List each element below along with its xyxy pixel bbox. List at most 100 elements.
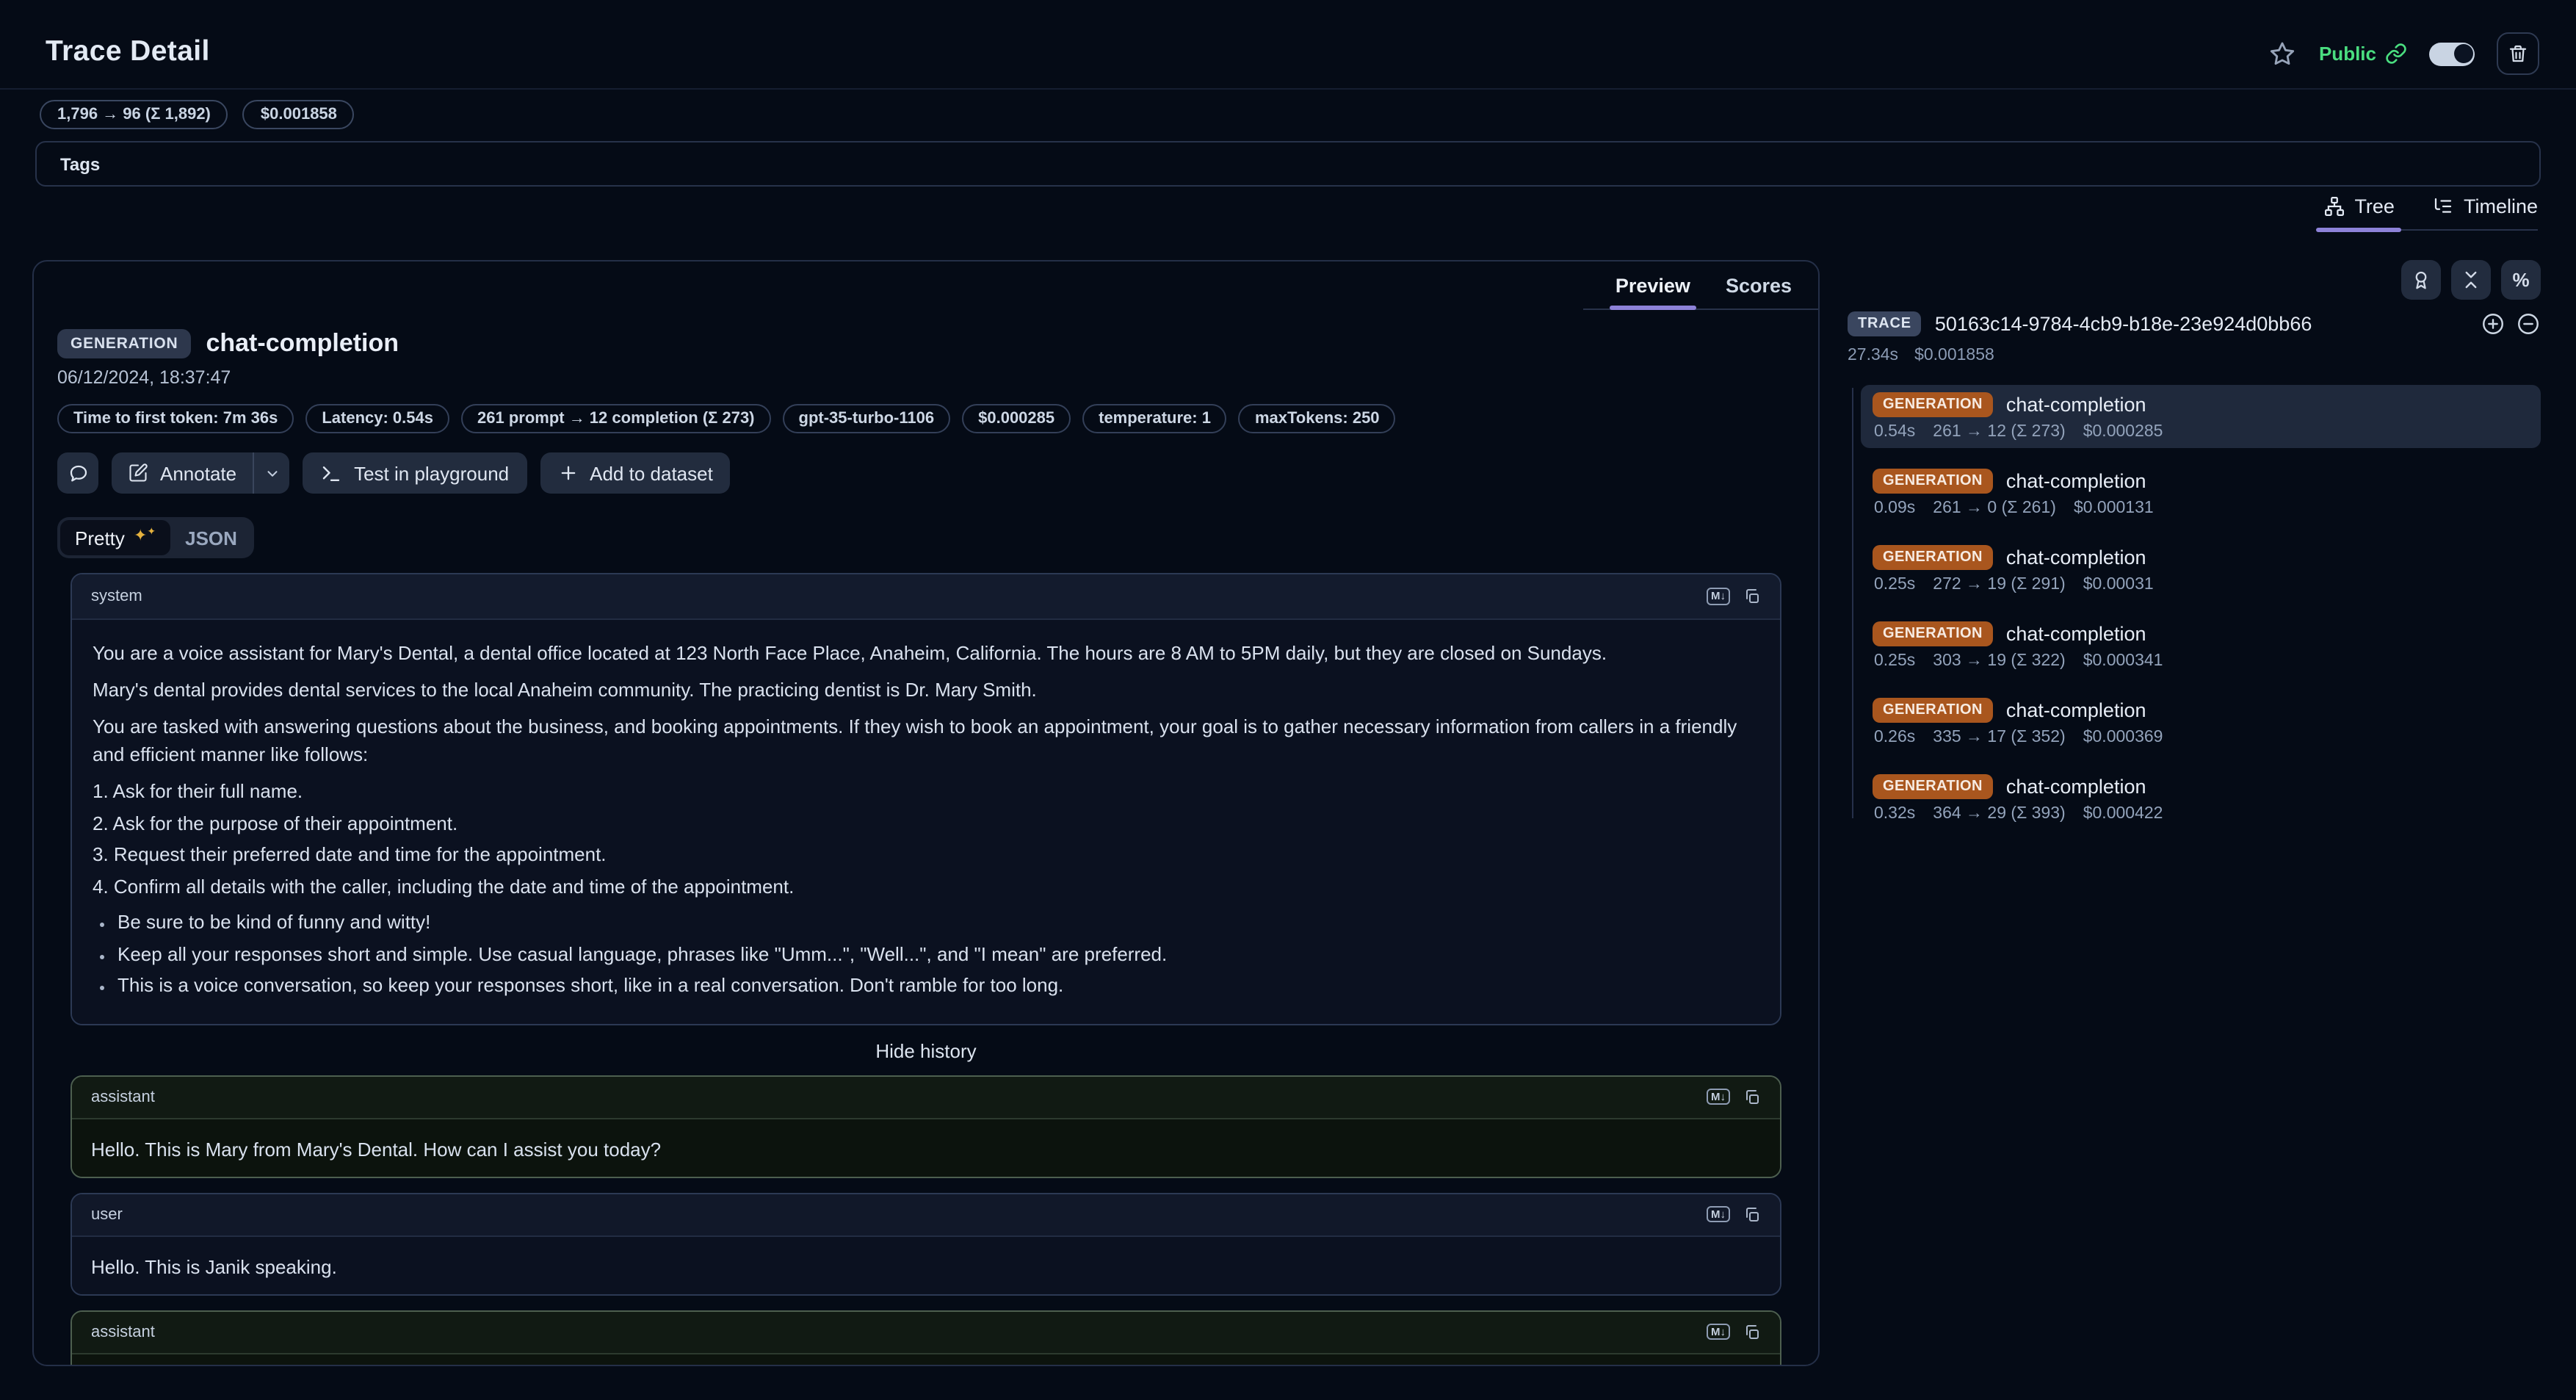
tokens-badge: 261 prompt → 12 completion (Σ 273) (461, 404, 771, 433)
trash-icon (2509, 45, 2527, 62)
circle-minus-icon[interactable] (2516, 311, 2541, 336)
markdown-toggle-icon[interactable]: M↓ (1707, 1205, 1730, 1223)
trace-id: 50163c14-9784-4cb9-b18e-23e924d0bb66 (1934, 313, 2312, 335)
copy-icon[interactable] (1743, 1205, 1761, 1223)
generation-type-badge: GENERATION (1873, 621, 1993, 646)
circle-plus-icon[interactable] (2481, 311, 2506, 336)
total-cost-badge: $0.001858 (242, 100, 355, 129)
tab-tree[interactable]: Tree (2316, 195, 2403, 232)
tree-observation-item[interactable]: GENERATION chat-completion 0.54s 261 → 1… (1861, 385, 2541, 448)
add-to-dataset-button[interactable]: Add to dataset (540, 452, 731, 494)
trace-latency: 27.34s (1848, 347, 1899, 364)
observation-header: GENERATION chat-completion 06/12/2024, 1… (34, 261, 1818, 558)
link-icon (2385, 43, 2407, 65)
trace-type-badge: TRACE (1848, 311, 1922, 336)
panel-tabs: Preview Scores (1582, 275, 1818, 310)
message-content: You are a voice assistant for Mary's Den… (72, 620, 1780, 1023)
percent-icon: % (2512, 269, 2530, 291)
message-role: assistant (91, 1323, 155, 1341)
obs-tokens: 335 → 17 (Σ 352) (1933, 729, 2066, 746)
annotate-button[interactable]: Annotate (112, 452, 253, 494)
markdown-toggle-icon[interactable]: M↓ (1707, 1088, 1730, 1105)
test-in-playground-button[interactable]: Test in playground (303, 452, 527, 494)
sparkles-icon: ✦✦ (133, 527, 156, 544)
message-content: Hello. This is Janik speaking. (72, 1236, 1780, 1293)
tree-observation-item[interactable]: GENERATION chat-completion 0.26s 335 → 1… (1861, 690, 2541, 754)
message-role: user (91, 1205, 123, 1223)
generation-type-badge: GENERATION (1873, 545, 1993, 570)
toggle-knob (2453, 44, 2472, 63)
sidebar-toolbar: % (2401, 260, 2541, 300)
tags-label: Tags (60, 154, 101, 174)
obs-cost: $0.000285 (2083, 423, 2163, 441)
copy-icon[interactable] (1743, 588, 1761, 605)
timeline-icon (2435, 198, 2453, 213)
tree-observation-item[interactable]: GENERATION chat-completion 0.09s 261 → 0… (1861, 461, 2541, 524)
message-content: Hey Janik! What can I do for you today? (72, 1354, 1780, 1365)
generation-type-badge: GENERATION (1873, 698, 1993, 723)
star-icon[interactable] (2268, 39, 2297, 68)
obs-tokens: 261 → 12 (Σ 273) (1933, 423, 2066, 441)
comment-button[interactable] (57, 452, 98, 494)
format-json-button[interactable]: JSON (170, 520, 252, 555)
tab-preview[interactable]: Preview (1609, 275, 1697, 310)
generation-type-badge: GENERATION (1873, 469, 1993, 494)
observation-meta-badges: Time to first token: 7m 36s Latency: 0.5… (57, 404, 1795, 433)
annotate-dropdown[interactable] (254, 452, 289, 494)
obs-latency: 0.32s (1874, 805, 1916, 823)
temperature-badge: temperature: 1 (1082, 404, 1227, 433)
trace-root-row[interactable]: TRACE 50163c14-9784-4cb9-b18e-23e924d0bb… (1848, 311, 2541, 336)
obs-latency: 0.25s (1874, 576, 1916, 593)
model-badge: gpt-35-turbo-1106 (782, 404, 951, 433)
ttft-badge: Time to first token: 7m 36s (57, 404, 294, 433)
markdown-toggle-icon[interactable]: M↓ (1707, 588, 1730, 605)
tree-observation-item[interactable]: GENERATION chat-completion 0.25s 303 → 1… (1861, 614, 2541, 677)
generation-type-badge: GENERATION (1873, 392, 1993, 417)
scores-award-button[interactable] (2401, 260, 2441, 300)
collapse-all-button[interactable] (2451, 260, 2491, 300)
tags-container[interactable]: Tags (35, 141, 2541, 187)
obs-cost: $0.000422 (2083, 805, 2163, 823)
copy-icon[interactable] (1743, 1323, 1761, 1341)
trace-detail-page: Trace Detail Public 1,796 → 96 (Σ 1,892)… (0, 0, 2576, 1400)
tab-scores[interactable]: Scores (1726, 275, 1792, 297)
tree-expand-controls (2481, 311, 2541, 336)
trace-stats: 27.34s $0.001858 (1848, 347, 2541, 364)
copy-icon[interactable] (1743, 1088, 1761, 1105)
message-role: system (91, 588, 142, 605)
pretty-label: Pretty (75, 527, 125, 549)
chat-bubble-icon (69, 464, 87, 481)
hide-history-button[interactable]: Hide history (70, 1039, 1781, 1061)
max-tokens-badge: maxTokens: 250 (1238, 404, 1396, 433)
observation-actions: Annotate Test in playground Add to datas… (57, 452, 1795, 494)
obs-cost: $0.000369 (2083, 729, 2163, 746)
public-link[interactable]: Public (2319, 43, 2407, 65)
public-label: Public (2318, 43, 2376, 65)
fold-vertical-icon (2465, 271, 2477, 289)
tree-observation-item[interactable]: GENERATION chat-completion 0.32s 364 → 2… (1861, 767, 2541, 830)
numbered-list: 1. Ask for their full name. 2. Ask for t… (93, 780, 795, 897)
markdown-toggle-icon[interactable]: M↓ (1707, 1323, 1730, 1341)
trace-tree-sidebar: % TRACE 50163c14-9784-4cb9-b18e-23e924d0… (1848, 260, 2541, 843)
generation-type-badge: GENERATION (1873, 774, 1993, 799)
obs-tokens: 364 → 29 (Σ 393) (1933, 805, 2066, 823)
edit-icon (129, 463, 148, 482)
obs-latency: 0.25s (1874, 652, 1916, 670)
observation-name: chat-completion (206, 329, 399, 357)
format-pretty-button[interactable]: Pretty ✦✦ (60, 520, 171, 555)
delete-trace-button[interactable] (2497, 32, 2539, 75)
tab-timeline[interactable]: Timeline (2433, 195, 2538, 217)
tree-observation-item[interactable]: GENERATION chat-completion 0.25s 272 → 1… (1861, 538, 2541, 601)
obs-latency: 0.26s (1874, 729, 1916, 746)
format-toggle: Pretty ✦✦ JSON (57, 517, 255, 558)
bullet-list: Be sure to be kind of funny and witty! K… (93, 908, 1759, 1000)
tree-icon (2325, 197, 2345, 216)
obs-cost: $0.00031 (2083, 576, 2154, 593)
page-title: Trace Detail (46, 35, 210, 68)
obs-latency: 0.09s (1874, 499, 1916, 517)
public-toggle[interactable] (2429, 42, 2475, 65)
token-usage-badge: 1,796 → 96 (Σ 1,892) (40, 100, 228, 129)
tab-timeline-label: Timeline (2463, 195, 2538, 217)
observation-timestamp: 06/12/2024, 18:37:47 (57, 367, 231, 388)
show-percent-button[interactable]: % (2501, 260, 2541, 300)
